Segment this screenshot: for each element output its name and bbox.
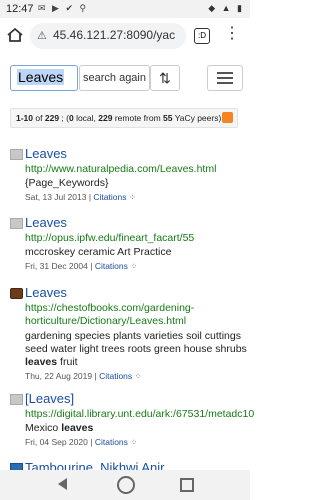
system-navigation-bar bbox=[0, 470, 250, 500]
sharing-icon[interactable]: ⁘ bbox=[135, 371, 142, 381]
peers-label: YaCy peers). bbox=[172, 113, 224, 123]
status-bar: 12:47 ✉ ▶ ✔ ⚲ ◆ ▲ ▮ bbox=[0, 0, 250, 18]
result-description-line1: gardening species plants varieties soil … bbox=[25, 330, 241, 342]
summary-of: of bbox=[35, 113, 43, 123]
results-summary: 1-10 of 229 ; (0 local, 229 remote from … bbox=[10, 108, 238, 128]
result-keyword: leaves bbox=[61, 422, 94, 434]
citations-link[interactable]: Citations bbox=[95, 437, 128, 447]
result-description: Mexico bbox=[25, 422, 62, 434]
result-url[interactable]: http://www.naturalpedia.com/Leaves.html bbox=[25, 163, 216, 175]
back-icon[interactable] bbox=[58, 478, 67, 490]
page-icon bbox=[10, 394, 23, 405]
result-description-line2: seed water light trees roots green house… bbox=[25, 343, 247, 355]
remote-label: remote from bbox=[112, 113, 164, 123]
result-title[interactable]: Leaves bbox=[25, 146, 67, 161]
signal-battery-icons: ◆ ▲ ▮ bbox=[208, 3, 244, 13]
home-icon[interactable] bbox=[6, 26, 24, 44]
result-title[interactable]: Leaves bbox=[25, 215, 67, 230]
local-label: local, bbox=[73, 113, 99, 123]
sort-button[interactable]: ⇅ bbox=[150, 65, 180, 91]
hamburger-menu-button[interactable] bbox=[207, 65, 243, 91]
sharing-icon[interactable]: ⁘ bbox=[130, 437, 137, 447]
result-date: Fri, 04 Sep 2020 bbox=[25, 437, 88, 447]
result-description-tail: fruit bbox=[57, 356, 78, 368]
result-description: {Page_Keywords} bbox=[25, 177, 109, 189]
result-url[interactable]: https://digital.library.unt.edu/ark:/675… bbox=[25, 408, 254, 420]
result-url-line2[interactable]: horticulture/Dictionary/Leaves.html bbox=[25, 315, 186, 327]
browser-toolbar: ⚠ 45.46.121.27:8090/yac :D ⋮ bbox=[0, 18, 250, 55]
home-circle-icon[interactable] bbox=[117, 476, 135, 494]
page-icon bbox=[10, 149, 23, 160]
rss-icon[interactable] bbox=[222, 112, 233, 123]
url-text: 45.46.121.27:8090/yac bbox=[53, 28, 176, 42]
page-icon bbox=[10, 218, 23, 229]
result-date: Sat, 13 Jul 2013 bbox=[25, 192, 87, 202]
warning-icon: ⚠ bbox=[37, 30, 47, 42]
book-icon bbox=[10, 288, 23, 299]
result-url-line1[interactable]: https://chestofbooks.com/gardening- bbox=[25, 302, 194, 314]
search-query-text: Leaves bbox=[17, 69, 65, 85]
sharing-icon[interactable]: ⁘ bbox=[130, 261, 137, 271]
notification-icons: ✉ ▶ ✔ ⚲ bbox=[38, 3, 89, 13]
remote-count: 229 bbox=[98, 113, 113, 123]
result-url[interactable]: http://opus.ipfw.edu/fineart_facart/55 bbox=[25, 232, 194, 244]
tab-switcher-button[interactable]: :D bbox=[194, 28, 210, 44]
citations-link[interactable]: Citations bbox=[99, 371, 132, 381]
result-keyword: leaves bbox=[25, 356, 58, 368]
citations-link[interactable]: Citations bbox=[93, 192, 126, 202]
recent-apps-icon[interactable] bbox=[180, 478, 194, 492]
search-again-button[interactable]: search again bbox=[79, 65, 150, 91]
search-input[interactable]: Leaves bbox=[10, 65, 78, 91]
result-date: Thu, 22 Aug 2019 bbox=[25, 371, 93, 381]
summary-sep: ; ( bbox=[59, 113, 69, 123]
overflow-menu-icon[interactable]: ⋮ bbox=[224, 26, 240, 42]
result-title[interactable]: Leaves bbox=[25, 285, 67, 300]
result-title[interactable]: [Leaves] bbox=[25, 391, 74, 406]
result-range: 1-10 bbox=[16, 113, 34, 123]
result-total: 229 bbox=[44, 113, 60, 123]
sharing-icon[interactable]: ⁘ bbox=[129, 192, 136, 202]
result-date: Fri, 31 Dec 2004 bbox=[25, 261, 88, 271]
citations-link[interactable]: Citations bbox=[95, 261, 128, 271]
search-row: Leaves search again ⇅ bbox=[0, 54, 250, 102]
status-time: 12:47 bbox=[6, 3, 34, 15]
address-bar[interactable]: ⚠ 45.46.121.27:8090/yac bbox=[30, 23, 186, 49]
result-description: mccroskey ceramic Art Practice bbox=[25, 246, 172, 258]
